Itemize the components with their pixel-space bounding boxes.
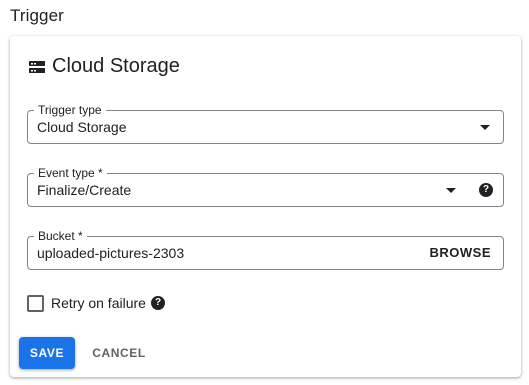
storage-icon (28, 58, 46, 76)
trigger-type-label: Trigger type (34, 103, 106, 117)
bucket-value[interactable]: uploaded-pictures-2303 (37, 245, 184, 261)
help-icon[interactable]: ? (479, 183, 493, 197)
trigger-card: Cloud Storage Trigger type Cloud Storage… (10, 36, 521, 377)
browse-button[interactable]: BROWSE (426, 242, 496, 264)
bucket-input[interactable]: Bucket * uploaded-pictures-2303 BROWSE (27, 229, 504, 270)
save-button[interactable]: SAVE (19, 337, 75, 369)
bucket-label: Bucket * (34, 229, 87, 243)
card-header: Cloud Storage (28, 55, 180, 78)
event-type-value: Finalize/Create (37, 182, 132, 198)
card-title: Cloud Storage (52, 55, 180, 77)
event-type-select[interactable]: Event type * Finalize/Create ? (27, 166, 504, 207)
section-title: Trigger (10, 6, 64, 25)
retry-label: Retry on failure (51, 295, 146, 311)
chevron-down-icon[interactable] (446, 188, 456, 193)
help-icon[interactable]: ? (151, 296, 165, 310)
retry-checkbox[interactable] (27, 295, 44, 312)
cancel-button[interactable]: CANCEL (87, 337, 151, 369)
event-type-label: Event type * (34, 166, 107, 180)
chevron-down-icon[interactable] (480, 125, 490, 130)
trigger-type-select[interactable]: Trigger type Cloud Storage (27, 103, 504, 144)
trigger-type-value: Cloud Storage (37, 119, 127, 135)
